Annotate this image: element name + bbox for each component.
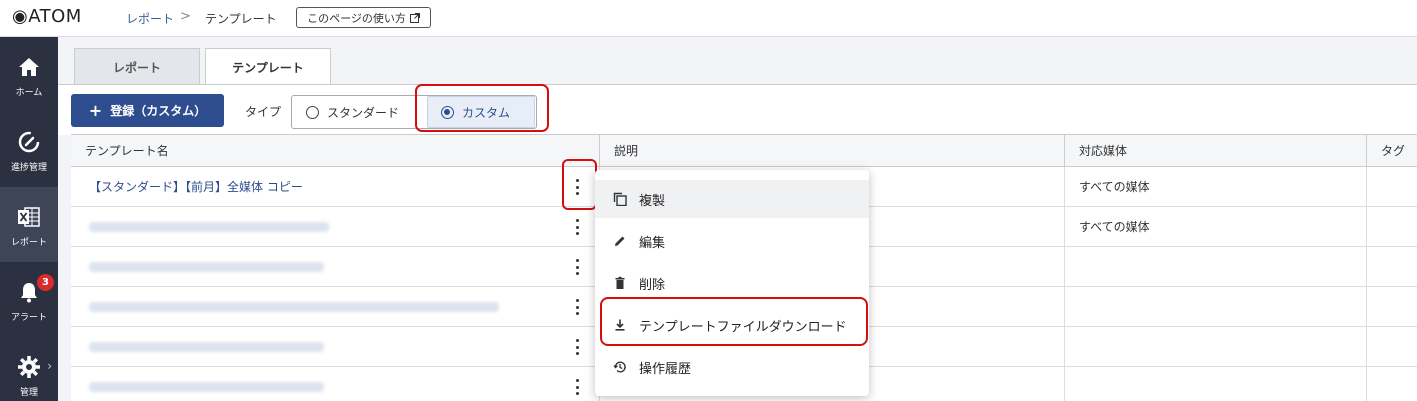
menu-item-history[interactable]: 操作履歴 — [595, 348, 869, 386]
radio-standard-circle[interactable] — [306, 105, 319, 119]
row-context-menu: 複製 編集 削除 テンプレートファイルダウンロード 操作履歴 — [595, 170, 869, 396]
tag-cell — [1366, 207, 1417, 246]
progress-icon — [18, 131, 40, 153]
sidebar-item-admin[interactable]: › 管理 — [0, 337, 58, 401]
help-button-label: このページの使い方 — [307, 11, 406, 25]
radio-standard-label: スタンダード — [327, 105, 400, 120]
breadcrumb-current: テンプレート — [205, 12, 277, 26]
download-highlight — [600, 297, 868, 346]
bell-icon-wrap: 3 — [17, 274, 54, 304]
header-tag[interactable]: タグ — [1366, 135, 1417, 167]
template-name-link[interactable] — [71, 287, 599, 326]
type-label: タイプ — [245, 105, 282, 119]
template-name-link[interactable] — [71, 207, 599, 246]
sidebar: ホーム 進捗管理 レポート 3 アラート › 管理 — [0, 37, 58, 401]
row-menu-button[interactable] — [571, 338, 583, 356]
header-description[interactable]: 説明 — [599, 135, 1064, 167]
pencil-icon — [615, 236, 625, 246]
tab-report[interactable]: レポート — [74, 48, 200, 85]
sidebar-label-report: レポート — [10, 238, 47, 248]
chevron-right-icon: › — [47, 359, 52, 373]
excel-icon — [18, 207, 40, 227]
breadcrumb-separator: > — [180, 9, 191, 24]
template-name-link[interactable]: 【スタンダード】【前月】全媒体 コピー — [71, 167, 599, 206]
row-menu-button[interactable] — [571, 378, 583, 396]
header-template-name[interactable]: テンプレート名 — [71, 135, 599, 167]
kebab-highlight — [562, 159, 597, 210]
media-cell — [1064, 367, 1366, 401]
row-menu-button[interactable] — [571, 258, 583, 276]
template-name-link[interactable] — [71, 367, 599, 401]
page-help-button[interactable]: このページの使い方 — [296, 7, 431, 28]
plus-icon: + — [88, 100, 103, 120]
sidebar-item-alert[interactable]: 3 アラート — [0, 262, 58, 337]
atom-logo[interactable]: ◉ATOM — [12, 6, 82, 27]
template-name-link[interactable] — [71, 247, 599, 286]
breadcrumb-report-link[interactable]: レポート — [126, 10, 174, 27]
media-cell — [1064, 327, 1366, 366]
home-icon — [19, 58, 39, 76]
menu-label-history: 操作履歴 — [639, 361, 692, 377]
template-name-link[interactable] — [71, 327, 599, 366]
media-cell — [1064, 287, 1366, 326]
sidebar-item-home[interactable]: ホーム — [0, 37, 58, 112]
menu-label-edit: 編集 — [639, 235, 666, 251]
sidebar-label-alert: アラート — [10, 313, 47, 323]
external-link-icon — [409, 12, 420, 23]
history-icon — [613, 361, 626, 373]
tag-cell — [1366, 247, 1417, 286]
radio-standard[interactable]: スタンダード — [306, 96, 399, 128]
tab-template[interactable]: テンプレート — [205, 48, 331, 85]
menu-label-delete: 削除 — [639, 277, 666, 293]
sidebar-item-report[interactable]: レポート — [0, 187, 58, 262]
toolbar: + 登録（カスタム） タイプ スタンダード カスタム — [58, 85, 1417, 135]
menu-label-duplicate: 複製 — [639, 193, 666, 209]
row-menu-button[interactable] — [571, 218, 583, 236]
custom-radio-highlight — [415, 84, 549, 132]
copy-icon — [613, 192, 627, 206]
row-menu-button[interactable] — [571, 298, 583, 316]
tag-cell — [1366, 367, 1417, 401]
sidebar-label-progress: 進捗管理 — [10, 163, 47, 173]
alert-count-badge: 3 — [37, 274, 54, 291]
gear-icon — [18, 356, 40, 378]
app-header: ◉ATOM レポート > テンプレート このページの使い方 — [0, 0, 1417, 37]
tag-cell — [1366, 327, 1417, 366]
menu-item-duplicate[interactable]: 複製 — [595, 180, 869, 218]
add-button-label: 登録（カスタム） — [110, 104, 207, 118]
sidebar-item-progress[interactable]: 進捗管理 — [0, 112, 58, 187]
media-cell: すべての媒体 — [1064, 207, 1366, 246]
menu-item-edit[interactable]: 編集 — [595, 222, 869, 260]
media-cell: すべての媒体 — [1064, 167, 1366, 206]
trash-icon — [615, 276, 625, 289]
tag-cell — [1366, 167, 1417, 206]
tag-cell — [1366, 287, 1417, 326]
media-cell — [1064, 247, 1366, 286]
header-media[interactable]: 対応媒体 — [1064, 135, 1366, 167]
sidebar-label-admin: 管理 — [19, 388, 38, 398]
sidebar-label-home: ホーム — [15, 88, 43, 98]
add-custom-button[interactable]: + 登録（カスタム） — [71, 94, 224, 127]
